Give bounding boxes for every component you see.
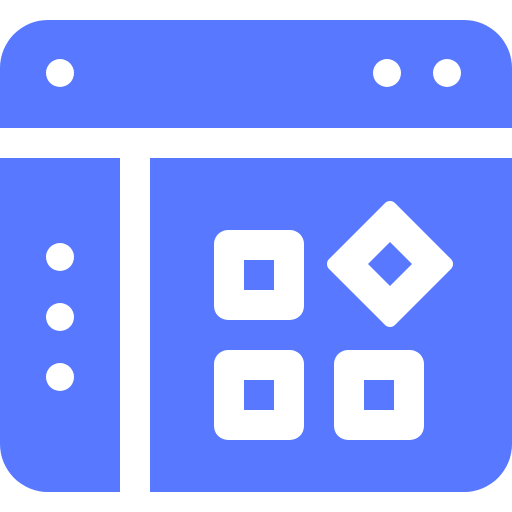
window-control-dot <box>373 59 401 87</box>
app-window-icon <box>0 0 512 512</box>
window-control-dot <box>433 59 461 87</box>
sidebar-item-dot <box>46 243 74 271</box>
sidebar-item-dot <box>46 303 74 331</box>
sidebar-item-dot <box>46 363 74 391</box>
square-widget-hole <box>244 380 274 410</box>
square-widget-hole <box>244 260 274 290</box>
window-control-dot <box>46 59 74 87</box>
app-window-widgets-icon <box>0 20 512 492</box>
window-content-panel <box>150 158 512 492</box>
square-widget-hole <box>364 380 394 410</box>
